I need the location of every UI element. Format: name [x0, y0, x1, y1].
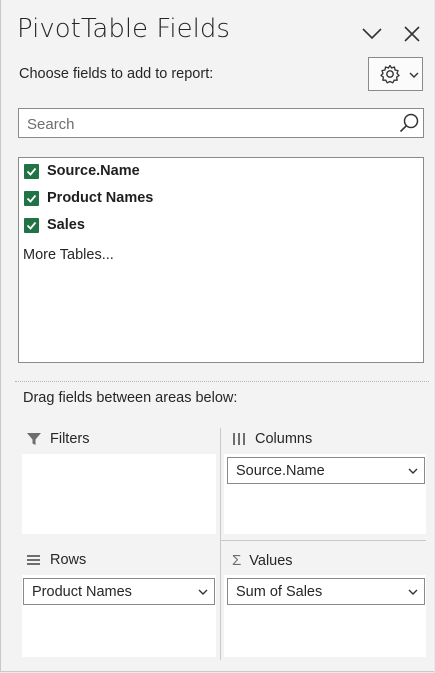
pivottable-fields-pane: PivotTable Fields Choose fields to add t… — [0, 0, 434, 672]
checkbox-checked[interactable] — [24, 190, 39, 206]
filter-icon — [27, 433, 41, 445]
checkmark-icon — [26, 194, 37, 203]
field-item-product-names[interactable]: Product Names — [24, 188, 153, 208]
rows-field-dropdown[interactable]: Product Names — [23, 578, 215, 605]
sigma-icon: Σ — [232, 552, 242, 569]
values-area-header: Σ Values — [232, 552, 293, 569]
chevron-down-icon — [198, 589, 208, 595]
field-item-source-name[interactable]: Source.Name — [24, 161, 140, 181]
drag-fields-label: Drag fields between areas below: — [23, 390, 238, 406]
chevron-down-icon — [408, 589, 418, 595]
search-box — [18, 108, 424, 138]
columns-field-label: Source.Name — [236, 462, 325, 479]
checkmark-icon — [26, 167, 37, 176]
close-icon — [404, 26, 420, 42]
filters-area-header: Filters — [26, 431, 89, 447]
columns-icon — [233, 433, 245, 445]
field-label: Source.Name — [47, 163, 140, 179]
search-icon[interactable] — [398, 112, 420, 134]
rows-area-header: Rows — [26, 552, 86, 568]
tools-settings-button[interactable] — [368, 57, 423, 91]
chevron-down-icon — [362, 28, 382, 40]
field-item-sales[interactable]: Sales — [24, 215, 85, 235]
field-list: Source.Name Product Names Sales More Tab… — [18, 157, 424, 363]
more-tables-link[interactable]: More Tables... — [23, 247, 114, 263]
search-input[interactable] — [25, 110, 389, 138]
filters-label: Filters — [50, 431, 90, 447]
columns-area-header: Columns — [232, 431, 312, 447]
columns-field-dropdown[interactable]: Source.Name — [227, 457, 425, 484]
values-label: Values — [249, 552, 293, 569]
gear-icon — [380, 64, 400, 84]
chevron-down-icon — [408, 468, 418, 474]
values-field-dropdown[interactable]: Sum of Sales — [227, 578, 425, 605]
filters-drop-area[interactable] — [22, 454, 216, 534]
rows-field-label: Product Names — [32, 583, 132, 600]
pane-title: PivotTable Fields — [17, 14, 230, 44]
choose-fields-label: Choose fields to add to report: — [19, 66, 214, 82]
columns-label: Columns — [255, 431, 313, 447]
checkbox-checked[interactable] — [24, 163, 39, 179]
field-label: Sales — [47, 217, 85, 233]
values-field-label: Sum of Sales — [236, 583, 323, 600]
field-label: Product Names — [47, 190, 154, 206]
rows-label: Rows — [50, 552, 87, 568]
chevron-down-icon — [409, 72, 419, 78]
checkmark-icon — [26, 221, 37, 230]
close-button[interactable] — [401, 22, 425, 46]
rows-icon — [27, 555, 40, 565]
area-separator-vertical — [220, 428, 221, 660]
section-divider — [15, 381, 429, 382]
checkbox-checked[interactable] — [24, 217, 39, 233]
collapse-chevron-button[interactable] — [360, 22, 384, 46]
area-separator-horizontal — [220, 540, 426, 541]
